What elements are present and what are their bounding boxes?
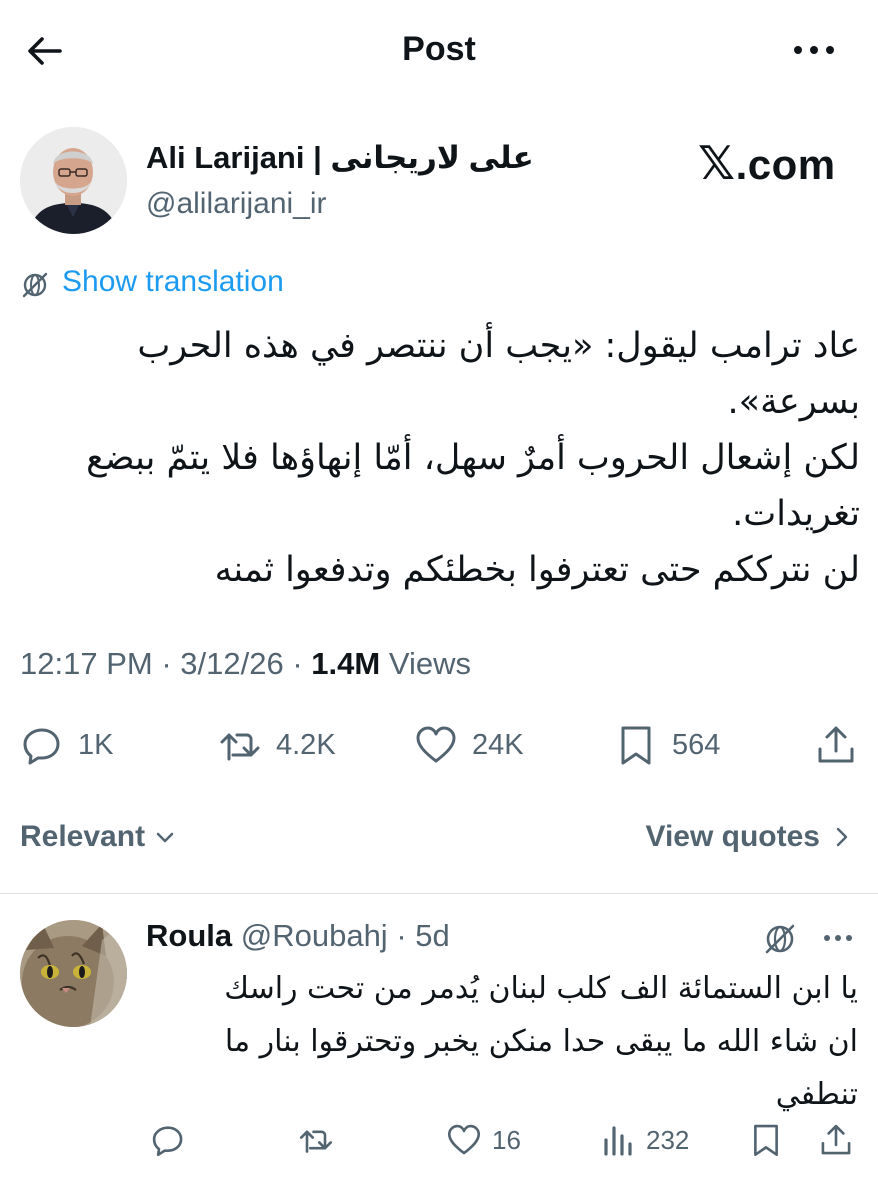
reply-author-name[interactable]: Roula [146, 918, 232, 953]
x-com-watermark: 𝕏.com [698, 136, 836, 190]
reply-translate-button[interactable] [762, 921, 798, 957]
heart-icon [416, 726, 456, 763]
share-icon [821, 1124, 851, 1155]
share-button[interactable] [814, 722, 858, 768]
bookmark-icon [754, 1124, 778, 1157]
post-text-line: لكن إشعال الحروب أمرٌ سهل، أمّا إنهاؤها … [86, 438, 860, 478]
reply-text-line: ان شاء الله ما يبقى حدا منكن يخبر وتحترق… [224, 1024, 858, 1059]
repost-icon [299, 1130, 333, 1153]
reply-button[interactable]: 1K [20, 722, 113, 768]
analytics-icon [604, 1126, 632, 1156]
reply-views-count: 232 [646, 1124, 690, 1155]
reply-text-line: تنطفي [775, 1077, 858, 1112]
post-text-line: لن نترككم حتى تعترفوا بخطئكم وتدفعوا ثمن… [214, 550, 860, 590]
reply-avatar[interactable] [20, 920, 127, 1027]
translate-icon [765, 924, 795, 954]
views-label[interactable]: Views [389, 646, 471, 681]
page-title: Post [402, 30, 476, 68]
repost-count: 4.2K [276, 728, 336, 761]
reply-share-button[interactable] [818, 1120, 854, 1160]
bookmark-count: 564 [672, 728, 721, 761]
repost-icon [220, 733, 260, 761]
more-icon [794, 46, 834, 54]
watermark-text: .com [735, 141, 836, 188]
reply-repost-button[interactable] [298, 1120, 334, 1160]
more-icon [824, 935, 852, 941]
share-icon [818, 726, 854, 763]
post-date[interactable]: 3/12/26 [180, 646, 283, 681]
like-button[interactable]: 24K [414, 722, 524, 768]
divider [0, 893, 878, 894]
view-quotes-label: View quotes [645, 820, 821, 853]
author-avatar[interactable] [20, 127, 127, 234]
reply-text: يا ابن الستمائة الف كلب لبنان يُدمر من ت… [146, 962, 858, 1121]
like-count: 24K [472, 728, 524, 761]
post-text-line: بسرعة». [727, 382, 860, 422]
views-count[interactable]: 1.4M [311, 646, 380, 681]
chevron-down-icon [156, 832, 174, 843]
reply-count: 1K [78, 728, 114, 761]
translate-icon [20, 270, 50, 300]
author-handle[interactable]: @alilarijani_ir [146, 187, 327, 221]
reply-like-button[interactable]: 16 [446, 1120, 521, 1160]
meta-separator: · [292, 646, 303, 681]
reply-header: Roula @Roubahj · 5d [146, 918, 450, 954]
post-text: عاد ترامب ليقول: «يجب أن ننتصر في هذه ال… [20, 318, 860, 598]
reply-more-button[interactable] [818, 926, 858, 950]
post-time[interactable]: 12:17 PM [20, 646, 153, 681]
bookmark-icon [621, 726, 651, 765]
show-translation-link[interactable]: Show translation [62, 265, 284, 299]
meta-separator: · [387, 918, 416, 953]
reply-views-button[interactable]: 232 [600, 1120, 689, 1160]
bookmark-button[interactable]: 564 [614, 722, 720, 768]
reply-reply-button[interactable] [150, 1120, 186, 1160]
post-meta: 12:17 PM · 3/12/26 · 1.4M Views [20, 646, 471, 682]
reply-icon [152, 1126, 183, 1157]
meta-separator: · [161, 646, 172, 681]
chevron-right-icon [836, 827, 848, 847]
post-text-line: عاد ترامب ليقول: «يجب أن ننتصر في هذه ال… [137, 326, 860, 366]
reply-like-count: 16 [492, 1124, 521, 1155]
reply-text-line: يا ابن الستمائة الف كلب لبنان يُدمر من ت… [224, 971, 858, 1006]
author-name[interactable]: Ali Larijani | علی لاریجانی [146, 140, 534, 176]
repost-button[interactable]: 4.2K [218, 722, 336, 768]
sort-relevant-dropdown[interactable]: Relevant [20, 820, 177, 854]
reply-author-handle[interactable]: @Roubahj [241, 918, 388, 953]
post-text-line: تغريدات. [732, 494, 860, 534]
heart-icon [447, 1124, 481, 1155]
view-quotes-link[interactable]: View quotes [646, 820, 851, 854]
x-logo-icon: 𝕏 [698, 137, 736, 189]
reply-bookmark-button[interactable] [748, 1120, 784, 1160]
more-options-button[interactable] [786, 36, 842, 64]
reply-time[interactable]: 5d [415, 918, 449, 953]
sort-label: Relevant [20, 820, 146, 853]
reply-icon [23, 728, 60, 765]
